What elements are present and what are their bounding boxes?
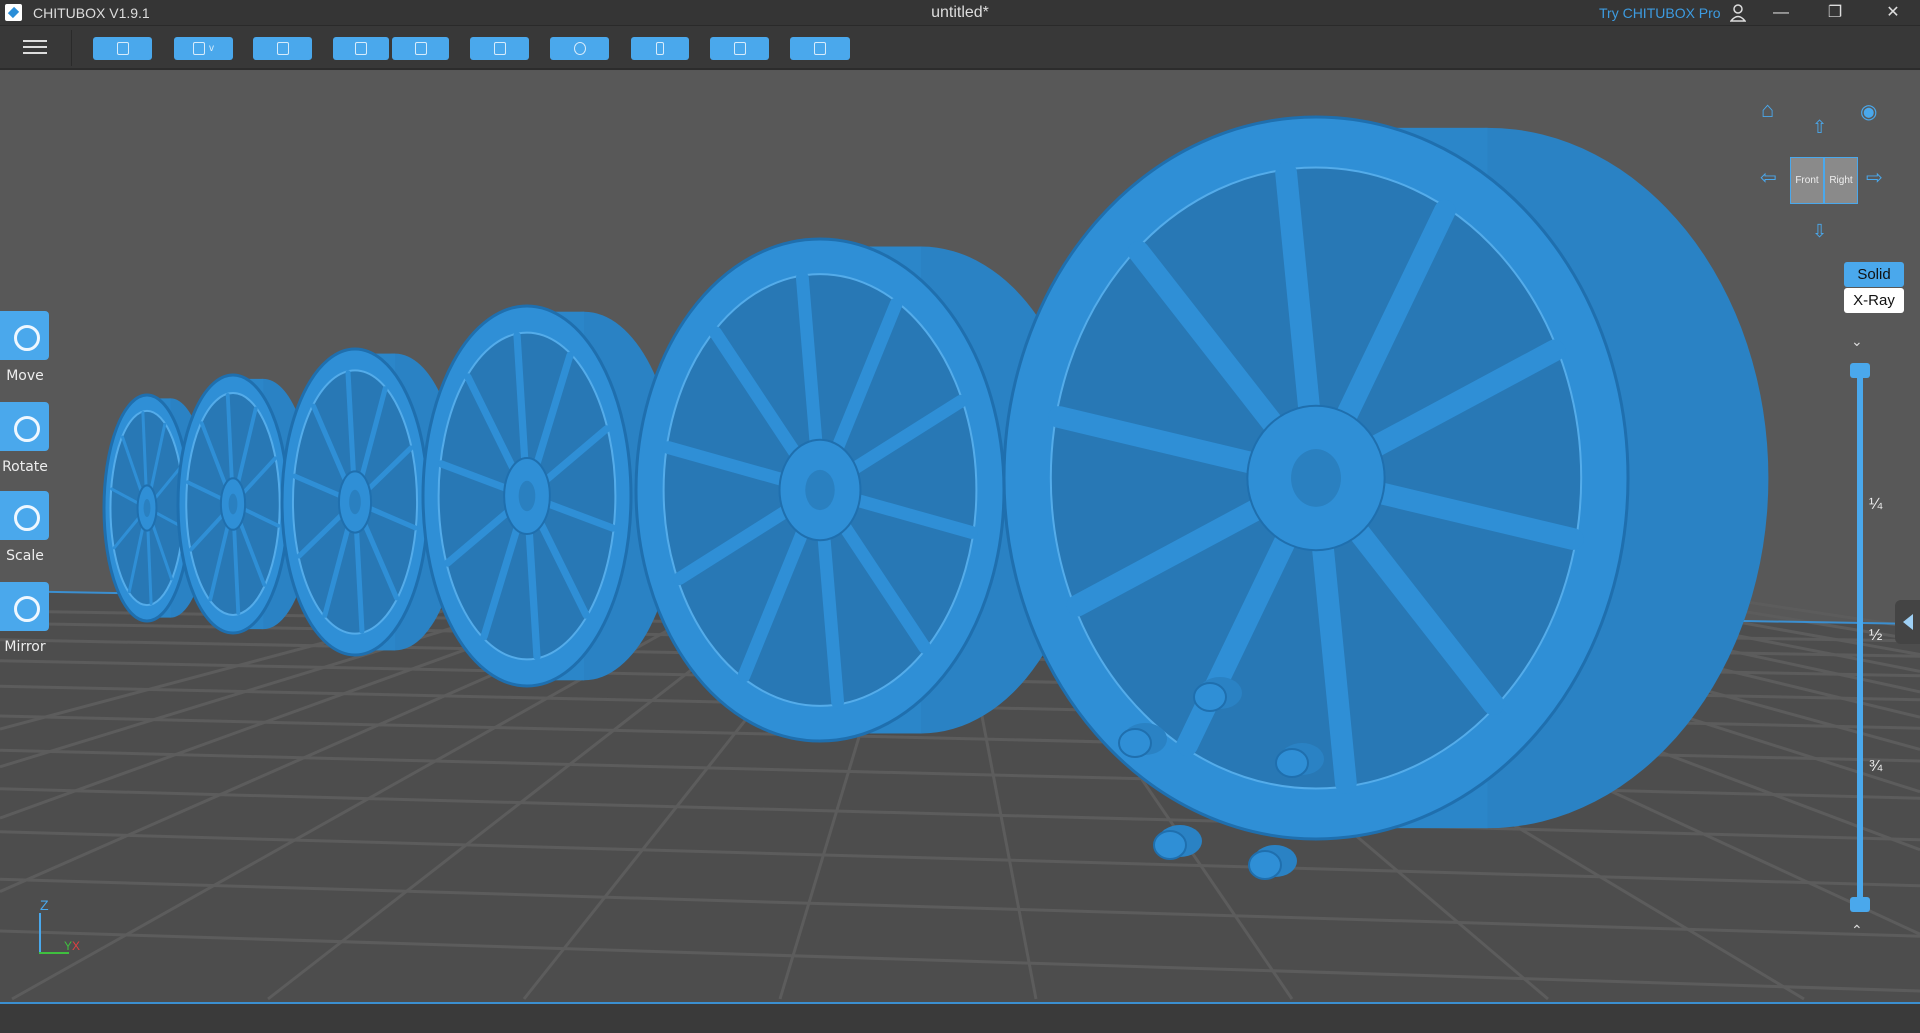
title-bar: CHITUBOX V1.9.1 untitled* Try CHITUBOX P… [0,0,1920,26]
axis-indicator: Z Y X [36,897,86,957]
undo-icon [355,42,367,55]
rotate-up-icon[interactable]: ⇧ [1812,118,1827,136]
folder-icon [116,42,129,55]
user-icon[interactable] [1715,0,1761,26]
support-icon [656,42,664,55]
layer-slider-bottom-handle[interactable] [1850,897,1870,912]
layout-icon [276,42,289,55]
view-cube[interactable]: Front Right [1790,157,1858,204]
scale-tool[interactable]: Scale [0,491,50,564]
slider-tick-quarter: ¼ [1869,496,1883,513]
rotate-right-icon[interactable]: ⇨ [1866,168,1883,188]
support-button[interactable] [631,37,689,60]
toolbar-divider [71,30,72,66]
maximize-button[interactable]: ❐ [1812,0,1858,26]
eye-icon[interactable]: ◉ [1860,102,1877,122]
layer-slider-track[interactable] [1857,370,1863,904]
move-tool[interactable]: Move [0,311,50,384]
close-button[interactable]: ✕ [1870,0,1916,26]
dig-hole-icon [814,42,826,55]
undo-button[interactable] [333,37,389,60]
move-label: Move [6,368,44,384]
mirror-icon [0,582,49,631]
solid-mode-button[interactable]: Solid [1844,262,1904,287]
mirror-label: Mirror [4,639,46,655]
rotate-tool[interactable]: Rotate [0,402,50,475]
hollow-button[interactable] [710,37,769,60]
rotate-left-icon[interactable]: ⇦ [1760,168,1777,188]
hamburger-menu-button[interactable] [20,36,50,60]
axis-x-label: X [72,939,81,953]
status-bar [0,1002,1920,1033]
save-button[interactable]: v [174,37,233,60]
redo-icon [414,42,427,55]
rotate-icon [0,402,49,451]
home-view-icon[interactable]: ⌂ [1761,99,1774,121]
hollow-icon [733,42,746,55]
app-title: CHITUBOX V1.9.1 [33,5,150,21]
rotate-label: Rotate [2,459,48,475]
slice-settings-button[interactable] [470,37,529,60]
scene-canvas[interactable] [0,71,1920,1002]
cube-face-front[interactable]: Front [1791,158,1825,203]
3d-viewport[interactable]: Move Rotate Scale Mirror ⌂ ◉ ⇧ ⇦ ⇨ ⇩ Fro… [0,71,1920,1002]
duplicate-button[interactable] [550,37,609,60]
slider-tick-three-quarter: ¾ [1869,758,1883,775]
scale-label: Scale [6,548,44,564]
xray-mode-button[interactable]: X-Ray [1844,288,1904,313]
chevron-down-icon[interactable]: ⌄ [1851,333,1863,350]
auto-layout-button[interactable] [253,37,312,60]
dig-hole-button[interactable] [790,37,850,60]
move-icon [0,311,49,360]
slider-tick-half: ½ [1869,627,1883,644]
minimize-button[interactable]: — [1758,0,1804,26]
duplicate-icon [573,42,586,55]
app-logo-icon [5,4,22,21]
open-file-button[interactable] [93,37,152,60]
chevron-up-icon[interactable]: ⌃ [1851,922,1863,939]
scale-icon [0,491,49,540]
rotate-down-icon[interactable]: ⇩ [1812,222,1827,240]
redo-button[interactable] [392,37,449,60]
cube-face-right[interactable]: Right [1825,158,1857,203]
axis-y-label: Y [64,939,73,953]
try-pro-link[interactable]: Try CHITUBOX Pro [1599,5,1721,21]
document-icon [493,42,506,55]
collapse-panel-button[interactable] [1895,600,1920,644]
axis-z-label: Z [40,897,49,913]
layer-slider-top-handle[interactable] [1850,363,1870,378]
mirror-tool[interactable]: Mirror [0,582,50,655]
save-icon [193,42,205,55]
toolbar: v [0,26,1920,70]
